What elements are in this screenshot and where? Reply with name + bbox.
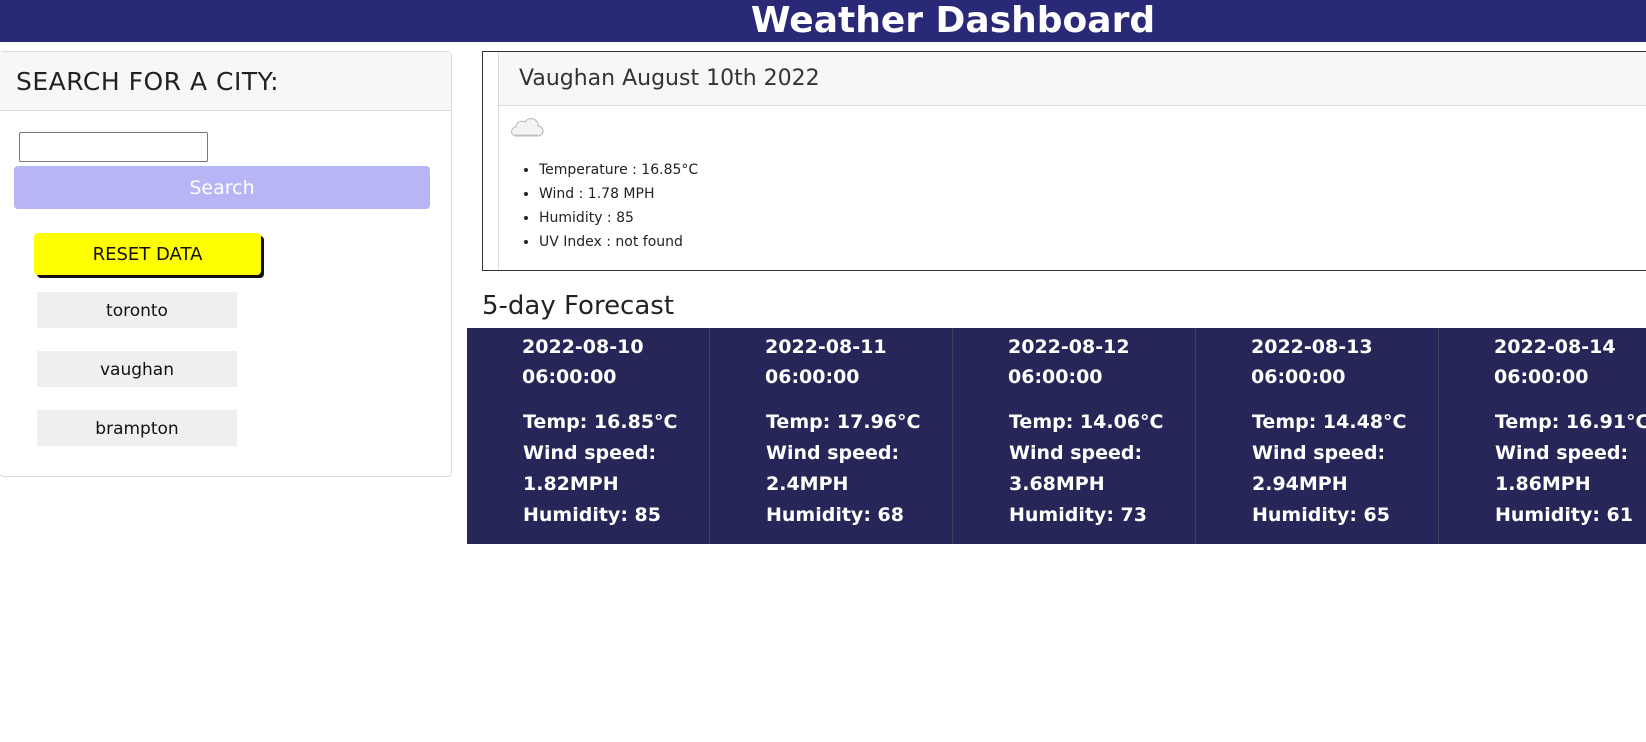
forecast-temp: Temp: 14.06°C bbox=[1009, 411, 1164, 433]
page-title: Weather Dashboard bbox=[750, 0, 1156, 41]
forecast-card: 2022-08-14 06:00:00 Temp: 16.91°C Wind s… bbox=[1439, 328, 1646, 544]
forecast-humidity: Humidity: 73 bbox=[1009, 504, 1147, 526]
forecast-card: 2022-08-13 06:00:00 Temp: 14.48°C Wind s… bbox=[1196, 328, 1439, 544]
forecast-row: 2022-08-10 06:00:00 Temp: 16.85°C Wind s… bbox=[467, 328, 1646, 544]
forecast-wind-label: Wind speed: bbox=[1252, 442, 1386, 464]
forecast-temp: Temp: 16.85°C bbox=[523, 411, 678, 433]
forecast-time: 06:00:00 bbox=[1251, 366, 1346, 388]
app-header: Weather Dashboard bbox=[0, 0, 1646, 42]
current-weather-body: Vaughan August 10th 2022 Temperature : 1… bbox=[498, 52, 1646, 270]
forecast-time: 06:00:00 bbox=[1008, 366, 1103, 388]
forecast-time: 06:00:00 bbox=[522, 366, 617, 388]
forecast-time: 06:00:00 bbox=[765, 366, 860, 388]
current-weather-card: Vaughan August 10th 2022 Temperature : 1… bbox=[482, 51, 1646, 271]
current-humidity: Humidity : 85 bbox=[539, 206, 698, 230]
forecast-wind: 3.68MPH bbox=[1009, 473, 1105, 495]
forecast-date: 2022-08-10 bbox=[522, 336, 644, 358]
forecast-card: 2022-08-12 06:00:00 Temp: 14.06°C Wind s… bbox=[953, 328, 1196, 544]
forecast-wind-label: Wind speed: bbox=[523, 442, 657, 464]
forecast-info: Temp: 14.48°C Wind speed: 2.94MPH Humidi… bbox=[1252, 407, 1432, 531]
forecast-card: 2022-08-10 06:00:00 Temp: 16.85°C Wind s… bbox=[467, 328, 710, 544]
history-button-brampton[interactable]: brampton bbox=[37, 410, 237, 446]
search-panel-header: SEARCH FOR A CITY: bbox=[0, 52, 451, 111]
forecast-card: 2022-08-11 06:00:00 Temp: 17.96°C Wind s… bbox=[710, 328, 953, 544]
cloud-icon bbox=[511, 118, 544, 137]
forecast-wind-label: Wind speed: bbox=[1495, 442, 1629, 464]
current-weather-details: Temperature : 16.85°C Wind : 1.78 MPH Hu… bbox=[499, 158, 698, 254]
forecast-wind-label: Wind speed: bbox=[1009, 442, 1143, 464]
forecast-wind: 1.86MPH bbox=[1495, 473, 1591, 495]
search-heading: SEARCH FOR A CITY: bbox=[16, 67, 279, 96]
forecast-title: 5-day Forecast bbox=[482, 291, 675, 321]
forecast-wind: 2.4MPH bbox=[766, 473, 849, 495]
forecast-humidity: Humidity: 68 bbox=[766, 504, 904, 526]
forecast-date: 2022-08-12 bbox=[1008, 336, 1130, 358]
forecast-wind: 2.94MPH bbox=[1252, 473, 1348, 495]
current-city-date: Vaughan August 10th 2022 bbox=[519, 66, 820, 91]
forecast-info: Temp: 16.91°C Wind speed: 1.86MPH Humidi… bbox=[1495, 407, 1646, 531]
current-wind: Wind : 1.78 MPH bbox=[539, 182, 698, 206]
search-panel: SEARCH FOR A CITY: Search RESET DATA tor… bbox=[0, 51, 452, 477]
forecast-wind: 1.82MPH bbox=[523, 473, 619, 495]
forecast-datetime: 2022-08-12 06:00:00 bbox=[1008, 332, 1188, 392]
current-weather-header: Vaughan August 10th 2022 bbox=[499, 52, 1646, 106]
history-button-toronto[interactable]: toronto bbox=[37, 292, 237, 328]
forecast-datetime: 2022-08-13 06:00:00 bbox=[1251, 332, 1431, 392]
forecast-temp: Temp: 16.91°C bbox=[1495, 411, 1646, 433]
reset-data-button[interactable]: RESET DATA bbox=[34, 233, 261, 275]
current-uv-index: UV Index : not found bbox=[539, 230, 698, 254]
history-button-vaughan[interactable]: vaughan bbox=[37, 351, 237, 387]
forecast-time: 06:00:00 bbox=[1494, 366, 1589, 388]
forecast-temp: Temp: 14.48°C bbox=[1252, 411, 1407, 433]
forecast-info: Temp: 17.96°C Wind speed: 2.4MPH Humidit… bbox=[766, 407, 946, 531]
city-search-input[interactable] bbox=[19, 132, 208, 162]
forecast-datetime: 2022-08-11 06:00:00 bbox=[765, 332, 945, 392]
forecast-humidity: Humidity: 65 bbox=[1252, 504, 1390, 526]
forecast-humidity: Humidity: 85 bbox=[523, 504, 661, 526]
forecast-wind-label: Wind speed: bbox=[766, 442, 900, 464]
forecast-info: Temp: 14.06°C Wind speed: 3.68MPH Humidi… bbox=[1009, 407, 1189, 531]
forecast-info: Temp: 16.85°C Wind speed: 1.82MPH Humidi… bbox=[523, 407, 703, 531]
forecast-datetime: 2022-08-14 06:00:00 bbox=[1494, 332, 1646, 392]
forecast-date: 2022-08-14 bbox=[1494, 336, 1616, 358]
forecast-humidity: Humidity: 61 bbox=[1495, 504, 1633, 526]
forecast-temp: Temp: 17.96°C bbox=[766, 411, 921, 433]
search-button[interactable]: Search bbox=[14, 166, 430, 209]
forecast-datetime: 2022-08-10 06:00:00 bbox=[522, 332, 702, 392]
forecast-date: 2022-08-11 bbox=[765, 336, 887, 358]
forecast-date: 2022-08-13 bbox=[1251, 336, 1373, 358]
current-temperature: Temperature : 16.85°C bbox=[539, 158, 698, 182]
